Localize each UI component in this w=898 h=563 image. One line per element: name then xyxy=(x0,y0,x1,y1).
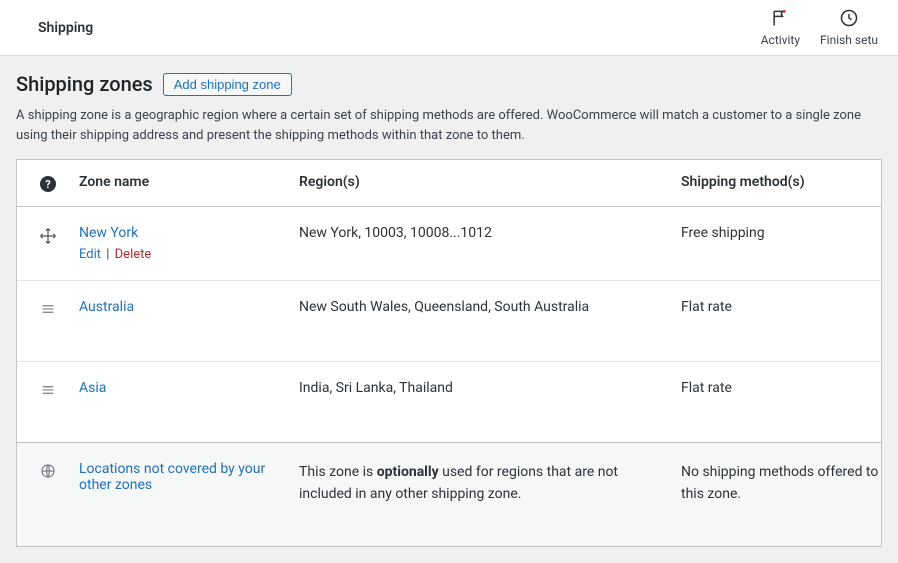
default-zone-link[interactable]: Locations not covered by your other zone… xyxy=(79,461,265,493)
default-zone-icon-cell xyxy=(17,461,79,483)
hamburger-icon[interactable] xyxy=(40,382,56,402)
heading-row: Shipping zones Add shipping zone xyxy=(16,72,882,96)
zone-methods-cell: Free shipping xyxy=(681,225,881,241)
zone-name-cell: New York Edit | Delete xyxy=(79,225,299,262)
hamburger-icon[interactable] xyxy=(40,301,56,321)
content: Shipping zones Add shipping zone A shipp… xyxy=(0,56,898,563)
topbar-actions: Activity Finish setu xyxy=(761,8,878,47)
section-heading: Shipping zones xyxy=(16,72,153,96)
zone-link[interactable]: New York xyxy=(79,225,138,241)
default-zone-row: Locations not covered by your other zone… xyxy=(17,442,881,546)
zone-link[interactable]: Australia xyxy=(79,299,134,315)
shipping-zones-table: ? Zone name Region(s) Shipping method(s)… xyxy=(16,159,882,547)
default-zone-regions-cell: This zone is optionally used for regions… xyxy=(299,461,681,506)
zone-regions-cell: New York, 10003, 10008...1012 xyxy=(299,225,681,241)
column-header-name: Zone name xyxy=(79,174,299,190)
zone-regions-cell: New South Wales, Queensland, South Austr… xyxy=(299,299,681,315)
move-icon[interactable] xyxy=(39,227,57,249)
drag-handle-cell xyxy=(17,299,79,321)
drag-handle-cell xyxy=(17,380,79,402)
default-zone-name-cell: Locations not covered by your other zone… xyxy=(79,461,299,493)
flag-icon xyxy=(770,8,790,31)
drag-handle-cell xyxy=(17,225,79,249)
row-actions: Edit | Delete xyxy=(79,247,289,262)
table-header-row: ? Zone name Region(s) Shipping method(s) xyxy=(17,160,881,207)
zone-link[interactable]: Asia xyxy=(79,380,106,396)
help-column: ? xyxy=(17,174,79,192)
topbar: Shipping Activity Finish setu xyxy=(0,0,898,56)
zone-regions-cell: India, Sri Lanka, Thailand xyxy=(299,380,681,396)
zone-name-cell: Australia xyxy=(79,299,299,315)
add-shipping-zone-button[interactable]: Add shipping zone xyxy=(163,73,292,96)
column-header-regions: Region(s) xyxy=(299,174,681,190)
table-row: Asia India, Sri Lanka, ThailandFlat rate xyxy=(17,362,881,442)
edit-link[interactable]: Edit xyxy=(79,247,101,262)
help-icon[interactable]: ? xyxy=(40,176,56,192)
activity-button[interactable]: Activity xyxy=(761,8,800,47)
zone-name-cell: Asia xyxy=(79,380,299,396)
page-title: Shipping xyxy=(38,20,93,36)
default-zone-methods-cell: No shipping methods offered to this zone… xyxy=(681,461,881,506)
finish-setup-label: Finish setu xyxy=(820,33,878,47)
activity-label: Activity xyxy=(761,33,800,47)
clock-icon xyxy=(839,8,859,31)
section-description: A shipping zone is a geographic region w… xyxy=(16,106,882,145)
table-row: New York Edit | Delete New York, 10003, 10… xyxy=(17,207,881,281)
finish-setup-button[interactable]: Finish setu xyxy=(820,8,878,47)
globe-icon xyxy=(40,463,56,483)
zone-methods-cell: Flat rate xyxy=(681,380,881,396)
table-row: Australia New South Wales, Queensland, So… xyxy=(17,281,881,362)
zone-methods-cell: Flat rate xyxy=(681,299,881,315)
delete-link[interactable]: Delete xyxy=(115,247,152,262)
column-header-methods: Shipping method(s) xyxy=(681,174,881,190)
